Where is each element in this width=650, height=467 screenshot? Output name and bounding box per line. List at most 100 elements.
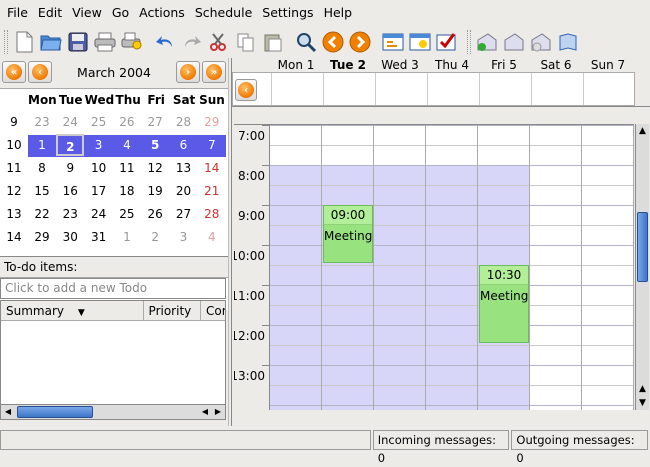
send-icon[interactable] — [501, 29, 527, 55]
event-meeting[interactable]: 09:00 Meeting — [323, 205, 373, 263]
new-todo-icon[interactable] — [434, 29, 460, 55]
day-cell[interactable]: 7 — [198, 134, 226, 156]
time-grid[interactable]: 7:00 8:00 9:00 10:00 11:00 12:00 13:00 09:00 Me… — [234, 124, 634, 410]
address-book-icon[interactable] — [555, 29, 581, 55]
day-cell[interactable]: 19 — [141, 180, 169, 202]
day-cell[interactable]: 12 — [141, 157, 169, 179]
scroll-left-icon[interactable]: ◀ — [2, 406, 14, 418]
scroll-up-icon-2[interactable]: ▲ — [636, 382, 649, 396]
day-cell[interactable]: 22 — [28, 203, 56, 225]
column-priority[interactable]: Priority — [144, 301, 201, 320]
day-cell[interactable]: 10 — [85, 157, 113, 179]
menu-file[interactable]: File — [2, 0, 33, 26]
publish-icon[interactable] — [474, 29, 500, 55]
paste-icon[interactable] — [260, 29, 286, 55]
print-icon[interactable] — [92, 29, 118, 55]
day-column[interactable] — [530, 125, 582, 410]
menu-view[interactable]: View — [67, 0, 107, 26]
day-column[interactable] — [426, 125, 478, 410]
day-cell[interactable]: 18 — [113, 180, 141, 202]
day-cell[interactable]: 27 — [170, 203, 198, 225]
copy-icon[interactable] — [233, 29, 259, 55]
day-cell[interactable]: 14 — [198, 157, 226, 179]
undo-icon[interactable] — [152, 29, 178, 55]
menu-settings[interactable]: Settings — [257, 0, 318, 26]
next-month-button[interactable]: › — [176, 61, 200, 83]
event-meeting[interactable]: 10:30 Meeting — [479, 265, 529, 343]
scroll-right-icon[interactable]: ▶ — [212, 406, 224, 418]
scroll-left-icon-2[interactable]: ◀ — [199, 406, 211, 418]
day-column[interactable] — [322, 125, 374, 410]
day-cell[interactable]: 3 — [170, 226, 198, 248]
day-cell[interactable]: 15 — [28, 180, 56, 202]
redo-icon[interactable] — [179, 29, 205, 55]
day-cell[interactable]: 3 — [85, 134, 113, 156]
save-icon[interactable] — [65, 29, 91, 55]
all-day-area[interactable]: ‹ — [232, 72, 635, 106]
day-cell[interactable]: 23 — [28, 111, 56, 133]
new-todo-input[interactable]: Click to add a new Todo — [0, 278, 226, 299]
week-number[interactable]: 13 — [0, 207, 28, 221]
next-year-button[interactable]: » — [202, 61, 226, 83]
month-label[interactable]: March 2004 — [52, 65, 176, 80]
new-event-icon[interactable] — [407, 29, 433, 55]
day-column[interactable] — [374, 125, 426, 410]
day-cell[interactable]: 31 — [85, 226, 113, 248]
menu-go[interactable]: Go — [107, 0, 134, 26]
todo-horizontal-scrollbar[interactable]: ◀ ◀ ▶ — [0, 404, 226, 420]
toolbar-grip[interactable] — [4, 30, 8, 54]
find-icon[interactable] — [293, 29, 319, 55]
day-cell[interactable]: 4 — [113, 134, 141, 156]
menu-help[interactable]: Help — [319, 0, 358, 26]
prev-year-button[interactable]: « — [2, 61, 26, 83]
day-cell[interactable]: 8 — [28, 157, 56, 179]
day-column[interactable] — [582, 125, 634, 410]
day-cell[interactable]: 21 — [198, 180, 226, 202]
day-cell[interactable]: 28 — [170, 111, 198, 133]
day-cell[interactable]: 9 — [56, 157, 84, 179]
day-cell[interactable]: 5 — [141, 134, 169, 156]
column-summary[interactable]: Summary ▼ — [1, 301, 144, 320]
day-cell[interactable]: 4 — [198, 226, 226, 248]
day-cell[interactable]: 25 — [113, 203, 141, 225]
todo-list[interactable]: Summary ▼ Priority Cor — [0, 300, 226, 408]
week-number[interactable]: 12 — [0, 184, 28, 198]
day-cell[interactable]: 11 — [113, 157, 141, 179]
day-cell[interactable]: 30 — [56, 226, 84, 248]
day-cell[interactable]: 1 — [28, 134, 56, 156]
header-splitter[interactable] — [232, 106, 650, 110]
day-cell[interactable]: 1 — [113, 226, 141, 248]
go-to-today-icon[interactable] — [380, 29, 406, 55]
menu-actions[interactable]: Actions — [134, 0, 190, 26]
week-number[interactable]: 14 — [0, 230, 28, 244]
scroll-thumb[interactable] — [637, 212, 648, 282]
week-number[interactable]: 10 — [0, 138, 28, 152]
menu-schedule[interactable]: Schedule — [190, 0, 257, 26]
prev-month-button[interactable]: ‹ — [28, 61, 52, 83]
scroll-down-icon[interactable]: ▼ — [636, 396, 649, 410]
cut-icon[interactable] — [206, 29, 232, 55]
day-cell[interactable]: 24 — [85, 203, 113, 225]
open-folder-icon[interactable] — [38, 29, 64, 55]
previous-icon[interactable] — [320, 29, 346, 55]
day-cell[interactable]: 17 — [85, 180, 113, 202]
day-cell[interactable]: 24 — [56, 111, 84, 133]
day-column[interactable] — [270, 125, 322, 410]
day-cell[interactable]: 13 — [170, 157, 198, 179]
day-cell[interactable]: 28 — [198, 203, 226, 225]
new-icon[interactable] — [11, 29, 37, 55]
scroll-back-button[interactable]: ‹ — [235, 79, 257, 101]
column-complete[interactable]: Cor — [201, 301, 225, 320]
day-cell[interactable]: 26 — [113, 111, 141, 133]
print-preview-icon[interactable] — [119, 29, 145, 55]
day-cell[interactable]: 23 — [56, 203, 84, 225]
day-cell[interactable]: 16 — [56, 180, 84, 202]
day-cell[interactable]: 25 — [85, 111, 113, 133]
menu-edit[interactable]: Edit — [33, 0, 67, 26]
day-cell[interactable]: 20 — [170, 180, 198, 202]
next-icon[interactable] — [347, 29, 373, 55]
scroll-up-icon[interactable]: ▲ — [636, 124, 649, 138]
mail-icon[interactable] — [528, 29, 554, 55]
week-number[interactable]: 11 — [0, 161, 28, 175]
day-cell[interactable]: 2 — [141, 226, 169, 248]
